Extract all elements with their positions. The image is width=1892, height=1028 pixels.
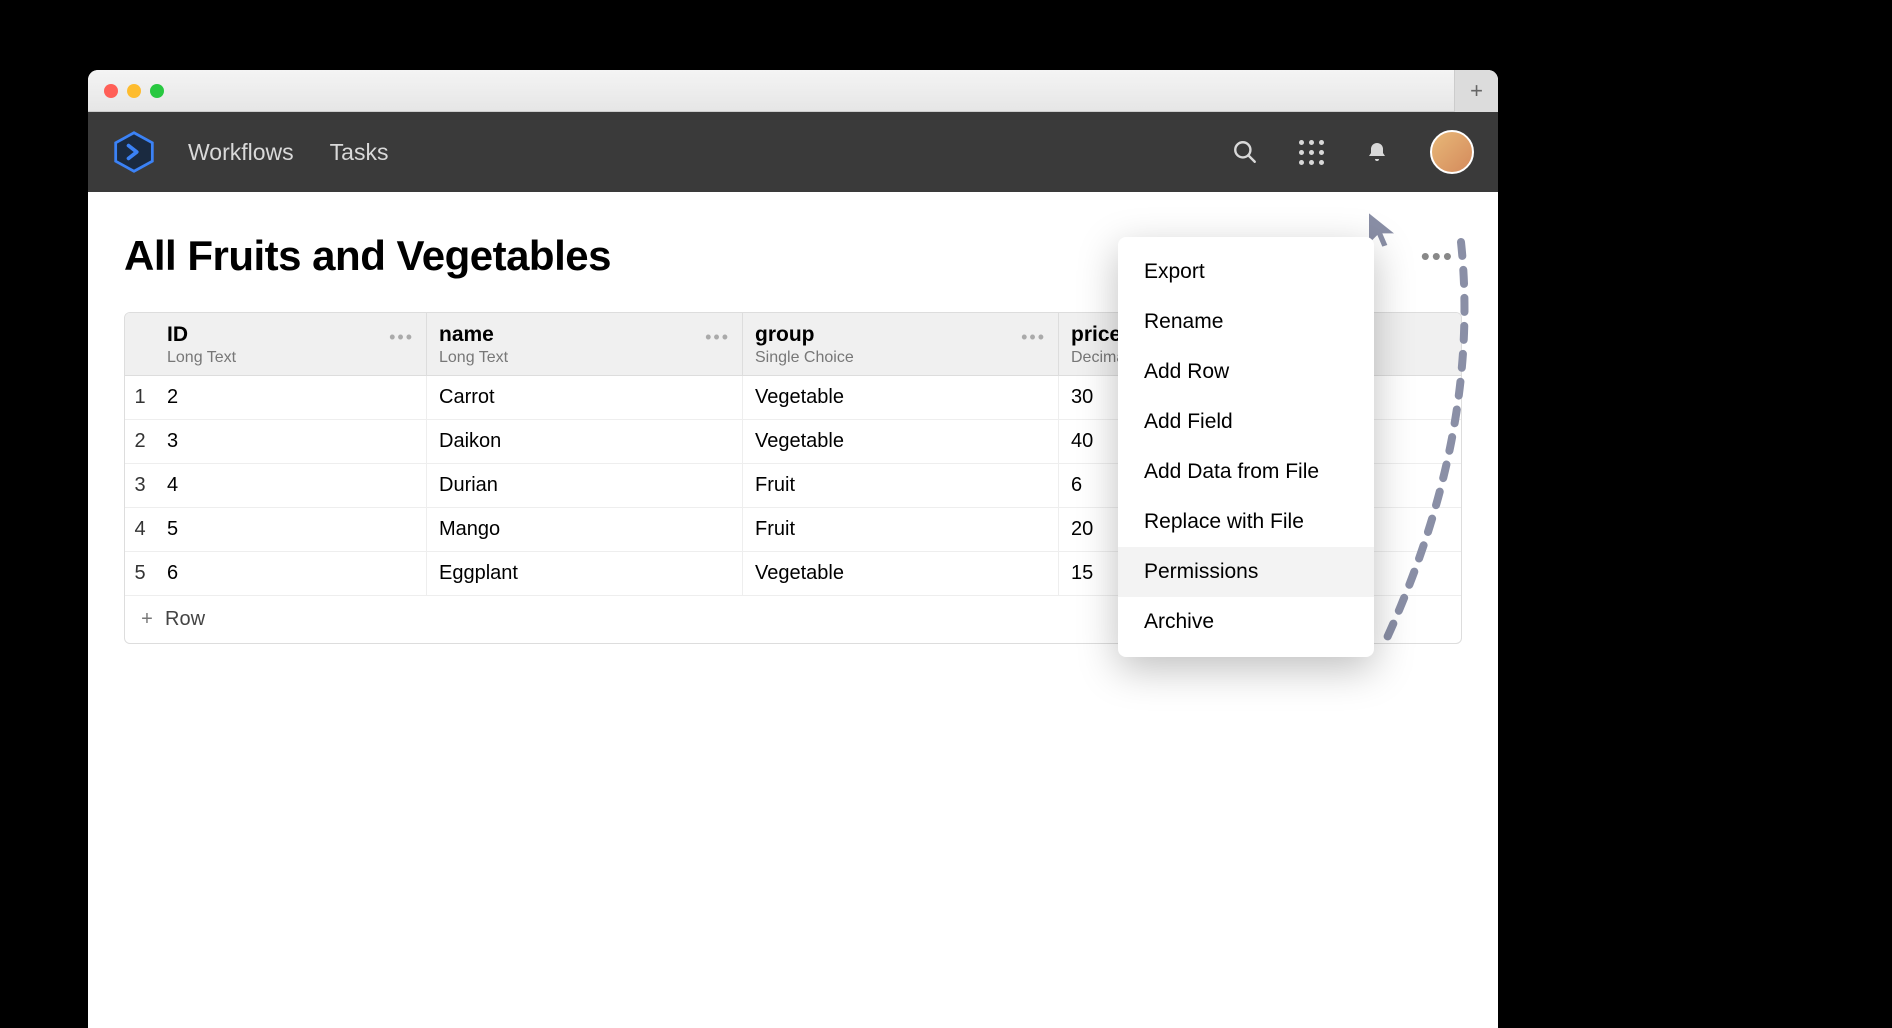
row-number: 2	[125, 420, 155, 463]
column-name: ID	[167, 323, 414, 347]
page-content: All Fruits and Vegetables ••• ID Long Te…	[88, 192, 1498, 644]
menu-item-archive[interactable]: Archive	[1118, 597, 1374, 647]
app-logo[interactable]	[112, 130, 156, 174]
plus-icon: +	[139, 608, 155, 631]
nav-links: Workflows Tasks	[188, 139, 388, 166]
plus-icon: +	[1470, 78, 1483, 104]
apps-button[interactable]	[1298, 139, 1324, 165]
window-titlebar: +	[88, 70, 1498, 112]
app-window: + Workflows Tasks	[88, 70, 1498, 1028]
column-header-group[interactable]: group Single Choice •••	[743, 313, 1059, 375]
column-name: name	[439, 323, 730, 347]
window-minimize-button[interactable]	[127, 84, 141, 98]
ellipsis-icon: •••	[705, 327, 730, 347]
row-number: 4	[125, 508, 155, 551]
window-traffic-lights	[104, 84, 164, 98]
new-tab-button[interactable]: +	[1454, 70, 1498, 112]
row-number: 5	[125, 552, 155, 595]
cell-id[interactable]: 2	[155, 376, 427, 419]
column-menu-button[interactable]: •••	[705, 327, 730, 348]
table-context-menu: ExportRenameAdd RowAdd FieldAdd Data fro…	[1118, 237, 1374, 657]
cell-group[interactable]: Vegetable	[743, 420, 1059, 463]
ellipsis-icon: •••	[1021, 327, 1046, 347]
cell-group[interactable]: Fruit	[743, 464, 1059, 507]
cell-group[interactable]: Fruit	[743, 508, 1059, 551]
menu-item-rename[interactable]: Rename	[1118, 297, 1374, 347]
cell-name[interactable]: Daikon	[427, 420, 743, 463]
ellipsis-icon: •••	[1421, 241, 1454, 271]
cell-name[interactable]: Carrot	[427, 376, 743, 419]
cell-name[interactable]: Durian	[427, 464, 743, 507]
cell-name[interactable]: Mango	[427, 508, 743, 551]
hexagon-logo-icon	[112, 130, 156, 174]
column-type: Long Text	[167, 349, 414, 367]
notifications-button[interactable]	[1364, 139, 1390, 165]
cell-group[interactable]: Vegetable	[743, 376, 1059, 419]
row-number: 3	[125, 464, 155, 507]
column-header-name[interactable]: name Long Text •••	[427, 313, 743, 375]
column-type: Long Text	[439, 349, 730, 367]
column-header-id[interactable]: ID Long Text •••	[155, 313, 427, 375]
search-button[interactable]	[1232, 139, 1258, 165]
top-navbar: Workflows Tasks	[88, 112, 1498, 192]
cell-id[interactable]: 3	[155, 420, 427, 463]
ellipsis-icon: •••	[389, 327, 414, 347]
menu-item-add-row[interactable]: Add Row	[1118, 347, 1374, 397]
window-close-button[interactable]	[104, 84, 118, 98]
menu-item-replace-with-file[interactable]: Replace with File	[1118, 497, 1374, 547]
cell-id[interactable]: 4	[155, 464, 427, 507]
menu-item-export[interactable]: Export	[1118, 247, 1374, 297]
search-icon	[1232, 139, 1258, 165]
page-more-button[interactable]: •••	[1413, 237, 1462, 276]
nav-link-workflows[interactable]: Workflows	[188, 139, 294, 166]
column-menu-button[interactable]: •••	[389, 327, 414, 348]
user-avatar[interactable]	[1430, 130, 1474, 174]
cell-name[interactable]: Eggplant	[427, 552, 743, 595]
bell-icon	[1365, 140, 1389, 164]
nav-right	[1232, 130, 1474, 174]
page-title: All Fruits and Vegetables	[124, 232, 611, 280]
add-row-label: Row	[165, 608, 205, 631]
row-number: 1	[125, 376, 155, 419]
menu-item-add-data-from-file[interactable]: Add Data from File	[1118, 447, 1374, 497]
menu-item-permissions[interactable]: Permissions	[1118, 547, 1374, 597]
window-zoom-button[interactable]	[150, 84, 164, 98]
cell-group[interactable]: Vegetable	[743, 552, 1059, 595]
column-type: Single Choice	[755, 349, 1046, 367]
row-number-header	[125, 313, 155, 375]
nav-link-tasks[interactable]: Tasks	[330, 139, 389, 166]
cell-id[interactable]: 6	[155, 552, 427, 595]
column-name: group	[755, 323, 1046, 347]
column-menu-button[interactable]: •••	[1021, 327, 1046, 348]
menu-item-add-field[interactable]: Add Field	[1118, 397, 1374, 447]
cell-id[interactable]: 5	[155, 508, 427, 551]
apps-grid-icon	[1299, 140, 1324, 165]
